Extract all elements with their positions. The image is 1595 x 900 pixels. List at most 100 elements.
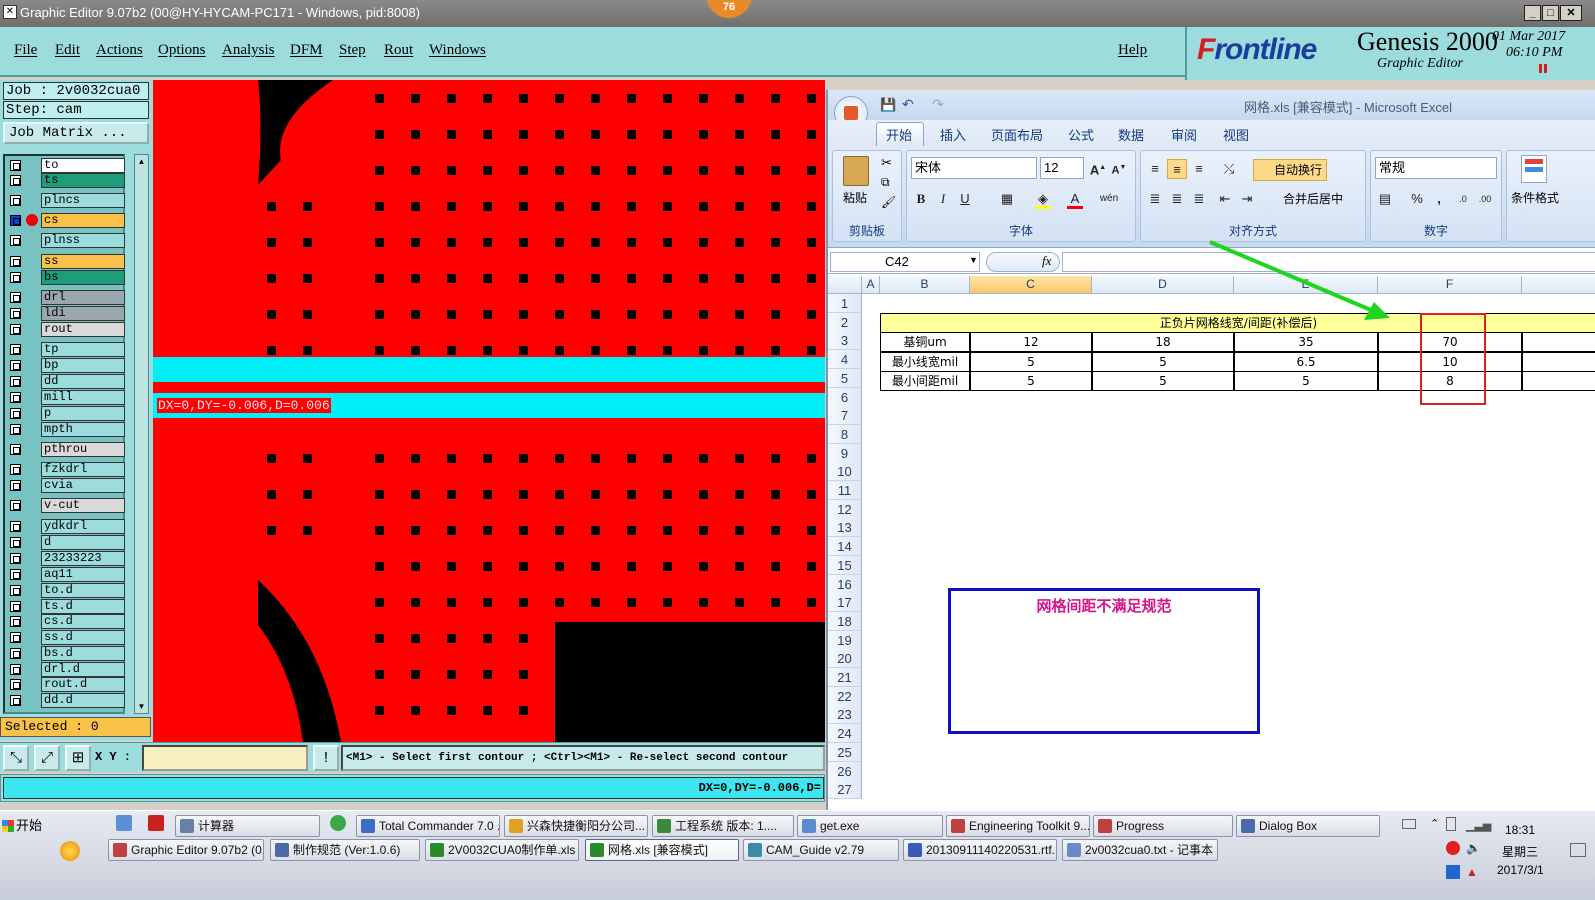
layer-name[interactable]: cs	[41, 213, 125, 228]
layer-name[interactable]: aq11	[41, 567, 125, 582]
layer-row[interactable]: drl	[7, 290, 125, 305]
layer-checkbox[interactable]	[10, 695, 21, 706]
select-all-corner[interactable]	[828, 276, 862, 294]
maximize-button[interactable]: □	[1542, 5, 1559, 21]
antivirus-icon[interactable]	[1446, 841, 1460, 855]
row-header[interactable]: 21	[828, 668, 862, 687]
layer-checkbox[interactable]	[10, 679, 21, 690]
warning-icon[interactable]: !	[313, 745, 339, 771]
tab-insert[interactable]: 插入	[940, 125, 966, 144]
row-header[interactable]: 20	[828, 649, 862, 669]
taskbar-button[interactable]: Engineering Toolkit 9....	[946, 815, 1090, 837]
comma-icon[interactable]: ,	[1429, 189, 1449, 209]
layer-checkbox[interactable]	[10, 585, 21, 596]
layer-name[interactable]: d	[41, 535, 125, 550]
table-cell-e[interactable]: 6.5	[1234, 351, 1378, 372]
layer-name[interactable]: p	[41, 406, 125, 421]
quicklaunch-icon[interactable]	[60, 841, 80, 861]
layer-checkbox[interactable]	[10, 360, 21, 371]
xy-input[interactable]	[142, 745, 308, 771]
layer-row[interactable]: pthrou	[7, 442, 125, 457]
row-header[interactable]: 25	[828, 742, 862, 762]
layer-checkbox[interactable]	[10, 480, 21, 491]
layer-row[interactable]: dd	[7, 374, 125, 389]
row-header[interactable]: 3	[828, 331, 862, 351]
menu-options[interactable]: Options	[158, 42, 206, 59]
taskbar-button[interactable]: Dialog Box	[1236, 815, 1380, 837]
layer-name[interactable]: cs.d	[41, 614, 125, 629]
layer-checkbox[interactable]	[10, 616, 21, 627]
clock-date[interactable]: 2017/3/1	[1497, 863, 1544, 877]
row-header[interactable]: 5	[828, 368, 862, 388]
wrap-text-button[interactable]: 自动换行	[1253, 159, 1327, 181]
layer-checkbox[interactable]	[10, 344, 21, 355]
menu-rout[interactable]: Rout	[384, 42, 413, 59]
start-button[interactable]: 开始	[0, 815, 100, 837]
row-header[interactable]: 24	[828, 724, 862, 744]
layer-checkbox[interactable]	[10, 160, 21, 171]
merge-center-button[interactable]: 合并后居中	[1263, 190, 1343, 207]
table-cell-d[interactable]: 5	[1092, 371, 1234, 391]
border-icon[interactable]: ▦	[997, 189, 1017, 209]
layer-checkbox[interactable]	[10, 235, 21, 246]
copy-icon[interactable]: ⧉	[881, 175, 890, 190]
layer-name[interactable]: cvia	[41, 478, 125, 493]
layer-row[interactable]: bs	[7, 270, 125, 285]
row-header[interactable]: 2	[828, 312, 862, 332]
format-painter-icon[interactable]: 🖌	[881, 195, 896, 209]
layer-name[interactable]: mill	[41, 390, 125, 405]
layer-name[interactable]: ts.d	[41, 599, 125, 614]
row-header[interactable]: 26	[828, 761, 862, 781]
phonetic-icon[interactable]: wén	[1099, 189, 1119, 209]
layer-row[interactable]: ldi	[7, 306, 125, 321]
layer-name[interactable]: bs	[41, 270, 125, 285]
table-cell-label[interactable]: 最小间距mil	[880, 371, 970, 391]
layer-checkbox[interactable]	[10, 175, 21, 186]
layer-name[interactable]: fzkdrl	[41, 462, 125, 477]
layer-checkbox[interactable]	[10, 632, 21, 643]
tab-formulas[interactable]: 公式	[1068, 125, 1094, 144]
layer-checkbox[interactable]	[10, 392, 21, 403]
layer-row[interactable]: to.d	[7, 583, 125, 598]
table-cell-c[interactable]: 12	[970, 332, 1092, 352]
paste-icon[interactable]	[843, 156, 869, 186]
usb-icon[interactable]	[1446, 817, 1456, 831]
layer-checkbox[interactable]	[10, 537, 21, 548]
layer-row[interactable]: ts.d	[7, 599, 125, 614]
layer-checkbox[interactable]	[10, 444, 21, 455]
layer-name[interactable]: ts	[41, 173, 125, 188]
col-header-b[interactable]: B	[880, 276, 970, 294]
col-header-f[interactable]: F	[1378, 276, 1522, 294]
layer-checkbox[interactable]	[10, 664, 21, 675]
conditional-format-icon[interactable]	[1521, 155, 1547, 183]
taskbar-button[interactable]: Graphic Editor 9.07b2 (0...	[108, 839, 264, 861]
layer-checkbox[interactable]	[10, 292, 21, 303]
paste-label[interactable]: 粘贴	[843, 189, 867, 206]
menu-analysis[interactable]: Analysis	[222, 42, 275, 59]
font-name-select[interactable]: 宋体	[911, 157, 1037, 179]
layer-checkbox[interactable]	[10, 553, 21, 564]
layer-checkbox[interactable]	[10, 308, 21, 319]
row-header[interactable]: 9	[828, 443, 862, 463]
col-header-c[interactable]: C	[970, 276, 1092, 294]
layer-row[interactable]: aq11	[7, 567, 125, 582]
layer-checkbox[interactable]	[10, 464, 21, 475]
layer-name[interactable]: ss.d	[41, 630, 125, 645]
redo-icon[interactable]: ↷	[932, 96, 944, 113]
tab-home[interactable]: 开始	[886, 125, 912, 144]
minimize-button[interactable]: _	[1524, 5, 1541, 21]
layer-row[interactable]: ydkdrl	[7, 519, 125, 534]
layer-row[interactable]: d	[7, 535, 125, 550]
italic-icon[interactable]: I	[933, 189, 953, 209]
menu-edit[interactable]: Edit	[55, 42, 80, 59]
row-header[interactable]: 13	[828, 518, 862, 538]
layer-name[interactable]: ldi	[41, 306, 125, 321]
job-matrix-button[interactable]: Job Matrix ...	[3, 122, 149, 144]
percent-icon[interactable]: %	[1407, 189, 1427, 209]
layer-name[interactable]: pthrou	[41, 442, 125, 457]
table-cell-d[interactable]: 18	[1092, 332, 1234, 352]
table-cell-c[interactable]: 5	[970, 351, 1092, 372]
table-cell-empty[interactable]	[1522, 371, 1595, 391]
layer-checkbox[interactable]	[10, 256, 21, 267]
grid-icon[interactable]: ⊞	[65, 745, 91, 771]
